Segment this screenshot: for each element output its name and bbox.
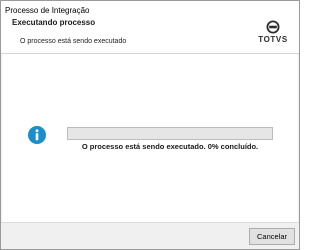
dialog-window: Processo de Integração Executando proces… [0, 0, 300, 250]
logo-text: TOTVS [258, 35, 288, 44]
totvs-logo-icon [266, 20, 280, 34]
progress-status-text: O processo está sendo executado. 0% conc… [81, 142, 259, 151]
totvs-logo: TOTVS [255, 20, 291, 50]
cancel-button[interactable]: Cancelar [249, 228, 295, 245]
page-subtitle: O processo está sendo executado [20, 38, 127, 45]
info-icon [28, 126, 46, 144]
footer-divider [1, 222, 299, 223]
page-title: Executando processo [12, 18, 96, 27]
progress-bar [67, 127, 273, 140]
